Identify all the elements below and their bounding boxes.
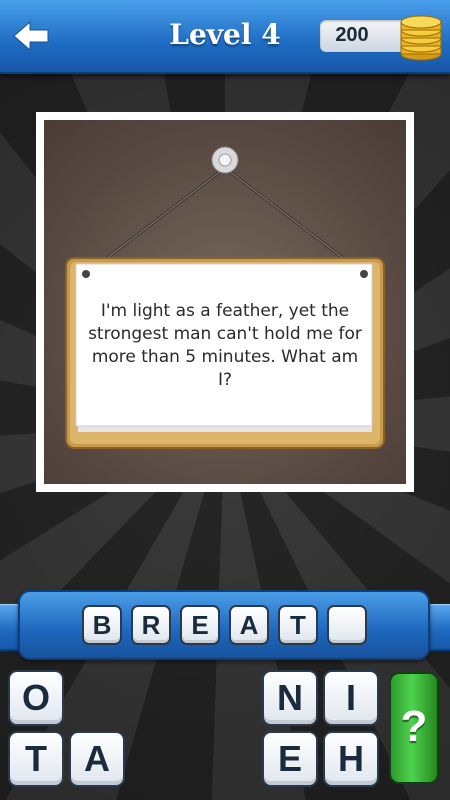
answer-slot-6-empty[interactable] — [327, 605, 367, 645]
coin-count: 200 — [335, 24, 369, 46]
letter-tile-n[interactable]: N — [262, 670, 318, 726]
answer-slot-1[interactable]: B — [82, 605, 122, 645]
riddle-text: I'm light as a feather, yet the stronges… — [88, 301, 362, 390]
letter-tile-h[interactable]: H — [323, 731, 379, 787]
answer-slot-2[interactable]: R — [131, 605, 171, 645]
hint-button[interactable]: ? — [389, 672, 439, 784]
answer-slot-4[interactable]: A — [229, 605, 269, 645]
answer-slot-5[interactable]: T — [278, 605, 318, 645]
top-bar: Level 4 200 — [0, 0, 450, 74]
answer-panel — [18, 590, 430, 660]
letter-tile-a[interactable]: A — [69, 731, 125, 787]
answer-slot-3[interactable]: E — [180, 605, 220, 645]
letter-tile-o[interactable]: O — [8, 670, 64, 726]
letter-tile-e[interactable]: E — [262, 731, 318, 787]
coin-stack-icon — [400, 15, 442, 61]
letter-tile-t[interactable]: T — [8, 731, 64, 787]
letter-tile-i[interactable]: I — [323, 670, 379, 726]
